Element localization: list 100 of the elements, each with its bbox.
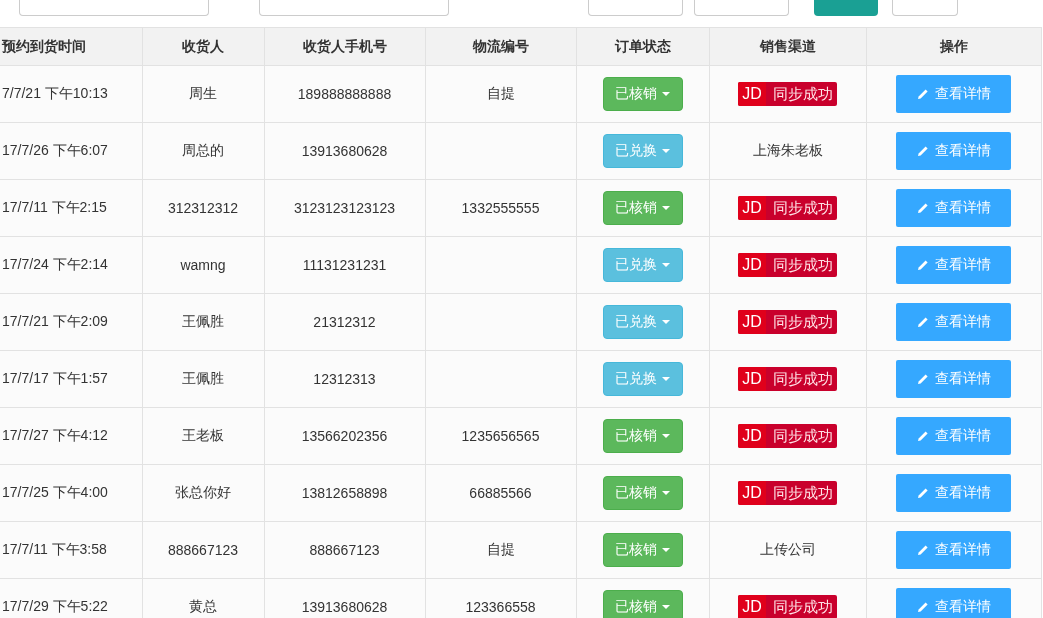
- view-details-button[interactable]: 查看详情: [896, 189, 1011, 227]
- sync-badge: JD 同步成功: [738, 424, 837, 448]
- status-dropdown[interactable]: 已兑换: [602, 134, 683, 168]
- caret-icon: [662, 92, 670, 96]
- sync-badge: JD 同步成功: [738, 481, 837, 505]
- input-field[interactable]: [259, 0, 449, 16]
- view-details-button[interactable]: 查看详情: [896, 360, 1011, 398]
- sync-badge: JD 同步成功: [738, 595, 837, 618]
- phone-number: 13812658898: [301, 485, 388, 501]
- date-field[interactable]: [694, 0, 789, 16]
- caret-icon: [662, 263, 670, 267]
- logistics-number: 自提: [486, 541, 515, 557]
- view-details-button[interactable]: 查看详情: [896, 531, 1011, 569]
- arrival-time: 17/7/11 下午3:58: [2, 541, 107, 557]
- pencil-icon: [916, 373, 929, 385]
- receiver-name: 王老板: [182, 427, 224, 443]
- pencil-icon: [916, 88, 929, 100]
- pencil-icon: [916, 145, 929, 157]
- phone-number: 189888888888: [297, 86, 392, 102]
- phone-number: 21312312: [313, 314, 376, 330]
- input-field[interactable]: [19, 0, 209, 16]
- receiver-name: 888667123: [167, 542, 239, 558]
- logistics-number: 66885566: [469, 485, 532, 501]
- arrival-time: 7/7/21 下午10:13: [2, 85, 108, 101]
- phone-number: 13913680628: [301, 599, 388, 615]
- status-dropdown[interactable]: 已核销: [602, 419, 683, 453]
- view-details-button[interactable]: 查看详情: [896, 417, 1011, 455]
- view-details-button[interactable]: 查看详情: [896, 588, 1011, 618]
- status-dropdown[interactable]: 已兑换: [602, 305, 683, 339]
- view-details-button[interactable]: 查看详情: [896, 303, 1011, 341]
- pencil-icon: [916, 544, 929, 556]
- phone-number: 12312313: [313, 371, 376, 387]
- status-dropdown[interactable]: 已兑换: [602, 248, 683, 282]
- status-dropdown[interactable]: 已核销: [602, 590, 683, 618]
- caret-icon: [662, 320, 670, 324]
- status-dropdown[interactable]: 已核销: [602, 533, 683, 567]
- receiver-name: 周总的: [182, 142, 224, 158]
- pencil-icon: [916, 430, 929, 442]
- column-header: 操作: [866, 27, 1041, 66]
- sync-badge: JD 同步成功: [738, 367, 837, 391]
- arrival-time: 17/7/25 下午4:00: [2, 484, 108, 500]
- channel-logo: JD: [738, 595, 766, 618]
- pencil-icon: [916, 259, 929, 271]
- arrival-time: 17/7/29 下午5:22: [2, 598, 108, 614]
- receiver-name: 王佩胜: [182, 313, 224, 329]
- arrival-time: 17/7/27 下午4:12: [2, 427, 108, 443]
- receiver-name: wamng: [180, 257, 226, 273]
- column-header: 收货人: [142, 27, 264, 66]
- pencil-icon: [916, 202, 929, 214]
- phone-number: 11131231231: [302, 257, 387, 273]
- channel-logo: JD: [738, 367, 766, 391]
- view-details-button[interactable]: 查看详情: [896, 132, 1011, 170]
- channel-logo: JD: [738, 310, 766, 334]
- column-header: 收货人手机号: [264, 27, 425, 66]
- channel-name: 上传公司: [759, 541, 816, 557]
- status-dropdown[interactable]: 已核销: [602, 77, 683, 111]
- caret-icon: [662, 605, 670, 609]
- pencil-icon: [916, 487, 929, 499]
- caret-icon: [662, 434, 670, 438]
- column-header: 预约到货时间: [0, 27, 142, 66]
- phone-number: 13913680628: [301, 143, 388, 159]
- channel-logo: JD: [738, 253, 766, 277]
- sync-badge: JD 同步成功: [738, 82, 837, 106]
- sync-badge: JD 同步成功: [738, 196, 837, 220]
- caret-icon: [662, 206, 670, 210]
- caret-icon: [662, 491, 670, 495]
- phone-number: 13566202356: [301, 428, 388, 444]
- arrival-time: 17/7/17 下午1:57: [2, 370, 108, 386]
- channel-logo: JD: [738, 82, 766, 106]
- receiver-name: 周生: [189, 85, 217, 101]
- caret-icon: [662, 548, 670, 552]
- secondary-button[interactable]: [892, 0, 958, 16]
- column-header: 订单状态: [576, 27, 709, 66]
- view-details-button[interactable]: 查看详情: [896, 246, 1011, 284]
- logistics-number: 1235656565: [461, 428, 540, 444]
- receiver-name: 王佩胜: [182, 370, 224, 386]
- pencil-icon: [916, 601, 929, 613]
- status-dropdown[interactable]: 已核销: [602, 476, 683, 510]
- status-dropdown[interactable]: 已核销: [602, 191, 683, 225]
- phone-number: 3123123123123: [293, 200, 396, 216]
- receiver-name: 黄总: [189, 598, 217, 614]
- channel-logo: JD: [738, 424, 766, 448]
- channel-logo: JD: [738, 481, 766, 505]
- caret-icon: [662, 377, 670, 381]
- sync-badge: JD 同步成功: [738, 310, 837, 334]
- column-header: 物流编号: [425, 27, 576, 66]
- pencil-icon: [916, 316, 929, 328]
- view-details-button[interactable]: 查看详情: [896, 474, 1011, 512]
- column-header: 销售渠道: [709, 27, 866, 66]
- status-dropdown[interactable]: 已兑换: [602, 362, 683, 396]
- channel-name: 上海朱老板: [752, 142, 823, 158]
- arrival-time: 17/7/26 下午6:07: [2, 142, 108, 158]
- logistics-number: 1332555555: [461, 200, 540, 216]
- phone-number: 888667123: [309, 542, 380, 558]
- view-details-button[interactable]: 查看详情: [896, 75, 1011, 113]
- channel-logo: JD: [738, 196, 766, 220]
- arrival-time: 17/7/21 下午2:09: [2, 313, 108, 329]
- caret-icon: [662, 149, 670, 153]
- date-field[interactable]: [588, 0, 683, 16]
- submit-button[interactable]: [814, 0, 878, 16]
